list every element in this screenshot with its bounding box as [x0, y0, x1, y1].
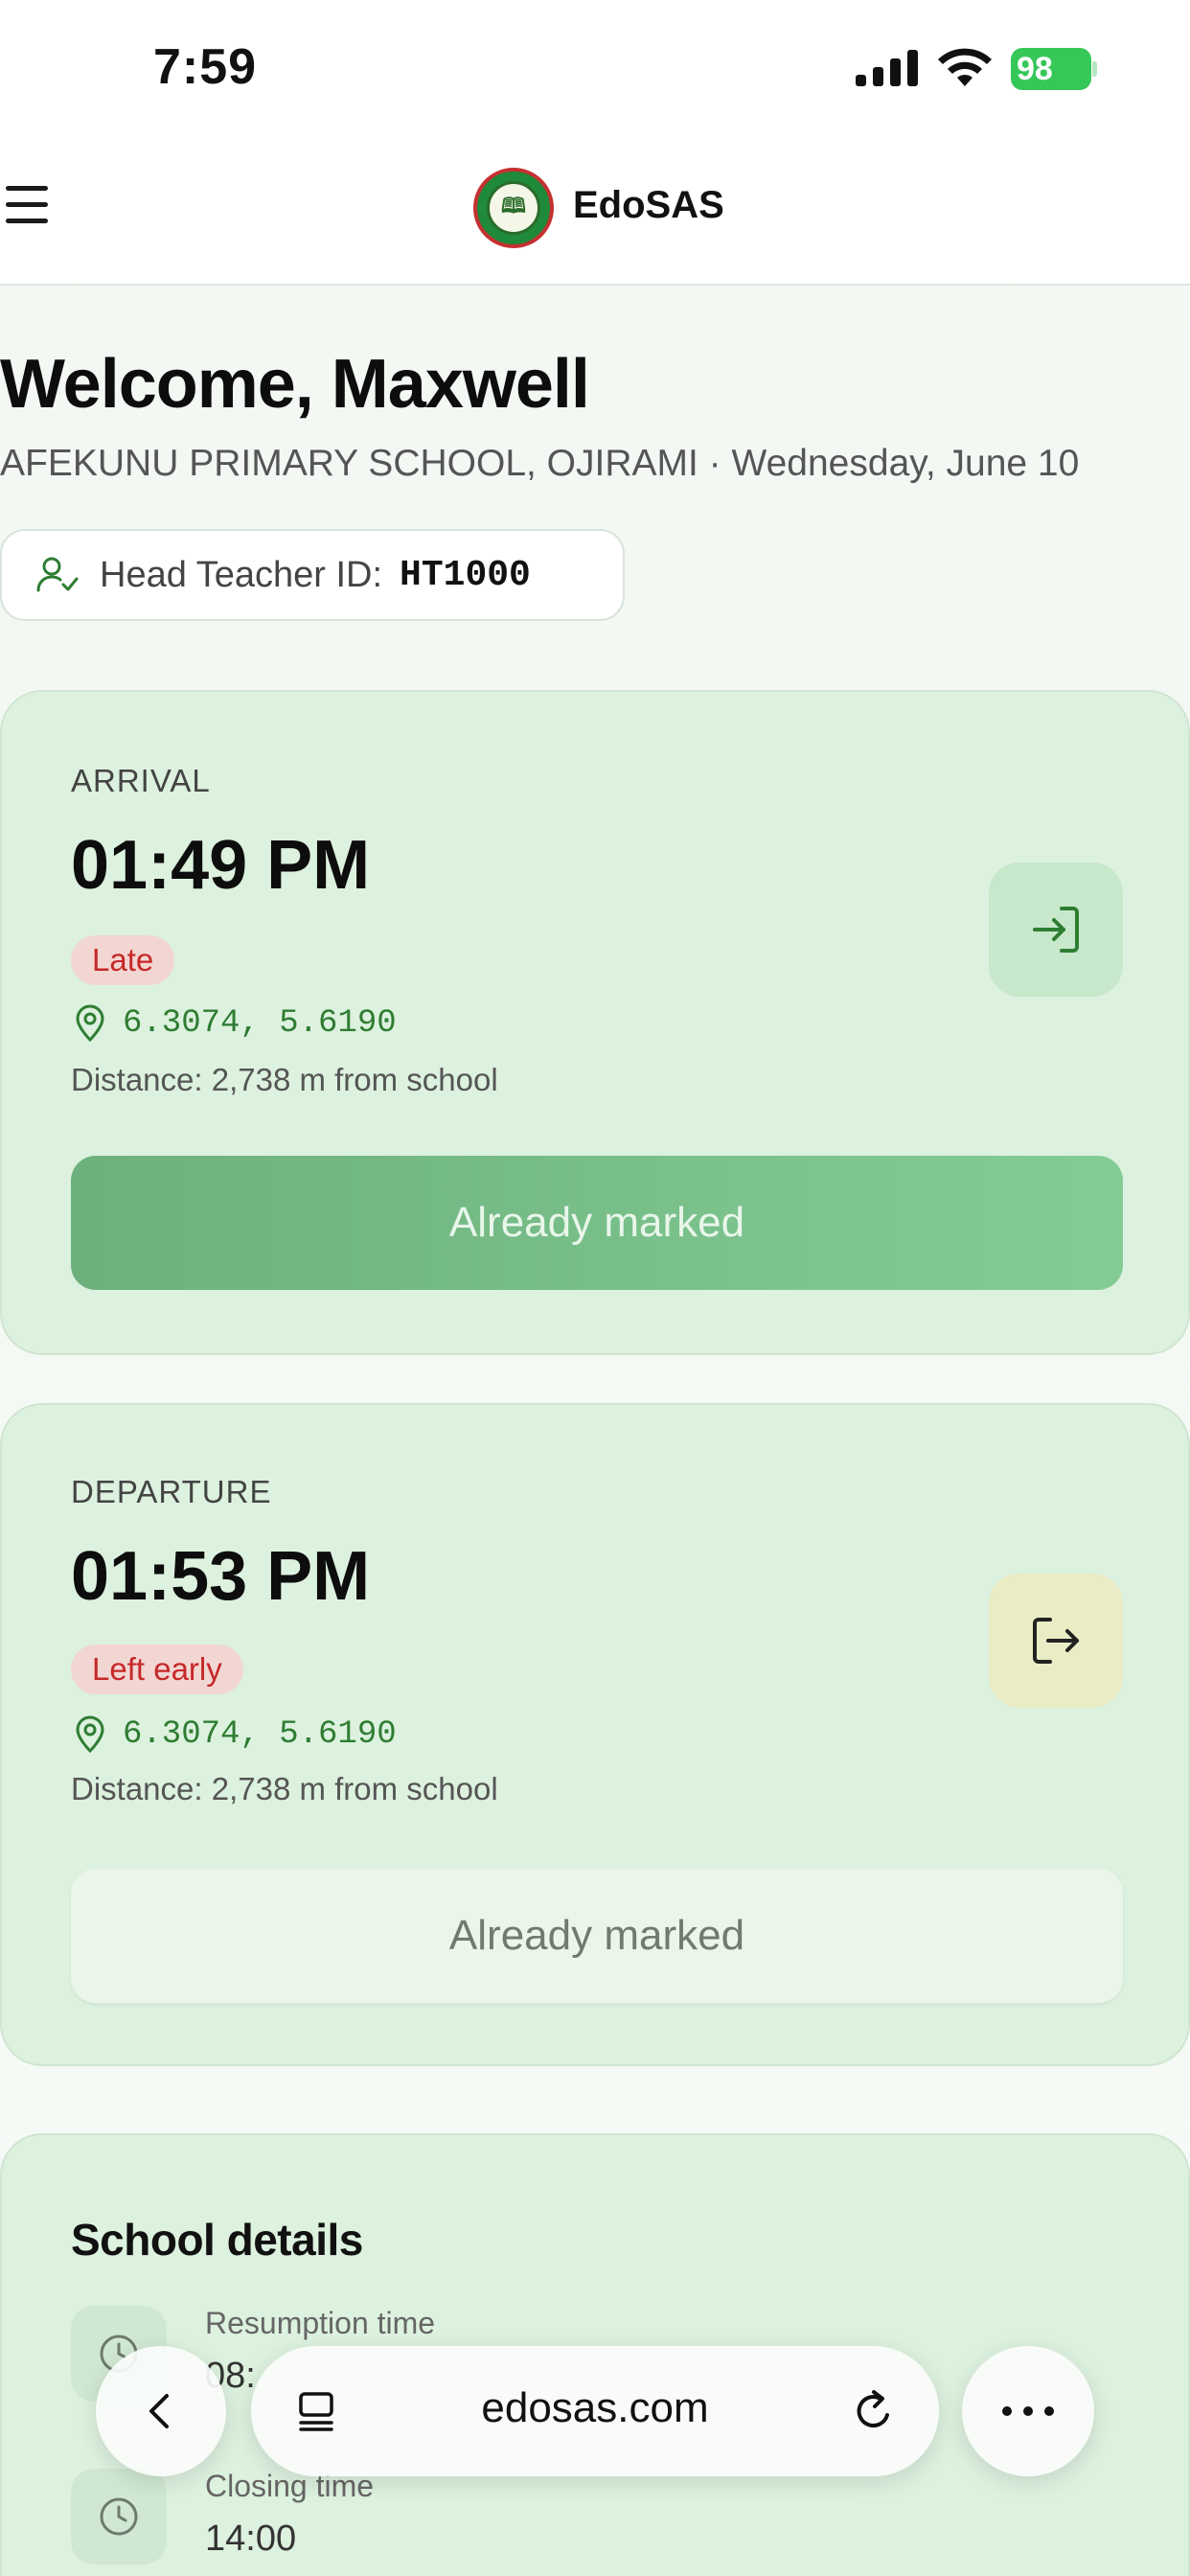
- logo-book-icon: 🕮: [487, 181, 540, 235]
- url-bar[interactable]: edosas.com: [251, 2346, 939, 2476]
- app-name: EdoSAS: [573, 184, 724, 226]
- welcome-title: Welcome, Maxwell: [0, 346, 590, 423]
- departure-status-badge: Left early: [71, 1644, 243, 1694]
- sign-out-icon: [989, 1574, 1123, 1708]
- signal-icon: [856, 50, 918, 86]
- teacher-id-chip: Head Teacher ID: HT1000: [0, 529, 625, 621]
- departure-label: DEPARTURE: [71, 1474, 272, 1509]
- clock-icon: [71, 2469, 167, 2564]
- departure-coords-text: 6.3074, 5.6190: [123, 1716, 397, 1753]
- school-date-subtitle: AFEKUNU PRIMARY SCHOOL, OJIRAMI · Wednes…: [0, 443, 1080, 484]
- arrival-label: ARRIVAL: [71, 763, 211, 798]
- status-bar: 7:59 98: [0, 0, 1190, 144]
- url-text[interactable]: edosas.com: [251, 2384, 939, 2432]
- departure-distance: Distance: 2,738 m from school: [71, 1771, 498, 1806]
- reload-icon[interactable]: [849, 2386, 899, 2436]
- user-check-icon: [36, 557, 79, 592]
- app-header: 🕮 EdoSAS: [0, 144, 1190, 286]
- departure-time: 01:53 PM: [71, 1538, 371, 1615]
- teacher-id-label: Head Teacher ID:: [100, 554, 383, 595]
- school-details-title: School details: [71, 2215, 363, 2265]
- location-pin-icon: [76, 1715, 104, 1754]
- menu-icon[interactable]: [6, 186, 48, 228]
- arrival-card: ARRIVAL 01:49 PM Late 6.3074, 5.6190 Dis…: [0, 690, 1190, 1355]
- departure-card: DEPARTURE 01:53 PM Left early 6.3074, 5.…: [0, 1403, 1190, 2066]
- back-button[interactable]: [96, 2346, 226, 2476]
- closing-value: 14:00: [205, 2518, 297, 2559]
- wifi-icon: [938, 48, 992, 86]
- arrival-distance: Distance: 2,738 m from school: [71, 1062, 498, 1097]
- more-icon[interactable]: [962, 2346, 1094, 2476]
- status-time: 7:59: [153, 39, 258, 95]
- arrival-time: 01:49 PM: [71, 827, 371, 904]
- arrival-mark-button[interactable]: Already marked: [71, 1156, 1123, 1290]
- logo: 🕮: [473, 168, 554, 248]
- departure-mark-button[interactable]: Already marked: [71, 1869, 1123, 2003]
- resumption-label: Resumption time: [205, 2306, 436, 2340]
- battery-icon: 98: [1011, 48, 1097, 90]
- battery-level: 98: [1011, 48, 1091, 90]
- departure-coords: 6.3074, 5.6190: [71, 1715, 397, 1754]
- arrival-coords-text: 6.3074, 5.6190: [123, 1005, 397, 1042]
- sign-in-icon: [989, 862, 1123, 997]
- arrival-status-badge: Late: [71, 935, 175, 985]
- teacher-id-value: HT1000: [400, 554, 531, 596]
- location-pin-icon: [76, 1004, 104, 1043]
- back-icon: [149, 2394, 169, 2428]
- arrival-coords: 6.3074, 5.6190: [71, 1004, 397, 1043]
